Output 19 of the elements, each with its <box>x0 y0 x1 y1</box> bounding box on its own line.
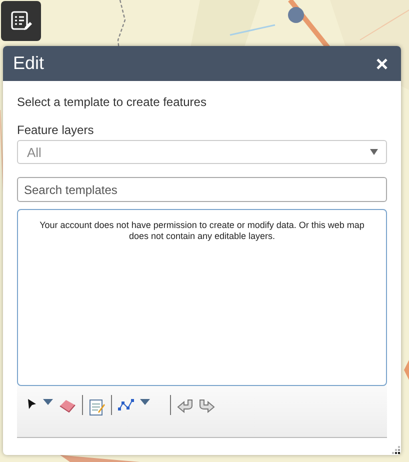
undo-arrow-icon[interactable] <box>177 399 193 413</box>
edit-toggle-button[interactable] <box>1 1 41 41</box>
polyline-icon[interactable] <box>118 399 134 411</box>
instruction-text: Select a template to create features <box>17 95 208 109</box>
edit-list-icon <box>10 10 32 32</box>
permission-message: Your account does not have permission to create or modify data. Or this web map does not contain any editable layers. <box>38 220 366 243</box>
panel-title: Edit <box>13 53 44 74</box>
dropdown-caret-icon <box>370 149 378 155</box>
document-edit-icon[interactable] <box>89 399 105 416</box>
pointer-arrow-icon[interactable] <box>27 398 37 410</box>
close-icon[interactable] <box>376 58 388 70</box>
caret-icon[interactable] <box>43 399 53 405</box>
caret-icon[interactable] <box>140 399 150 405</box>
search-field[interactable]: Search templates <box>17 177 387 202</box>
field-label: Feature layers <box>17 123 95 137</box>
resize-grip-icon[interactable] <box>391 445 401 455</box>
eraser-icon[interactable] <box>59 399 76 413</box>
redo-arrow-icon[interactable] <box>199 399 215 413</box>
feature-layers-dropdown[interactable]: All <box>17 140 387 164</box>
